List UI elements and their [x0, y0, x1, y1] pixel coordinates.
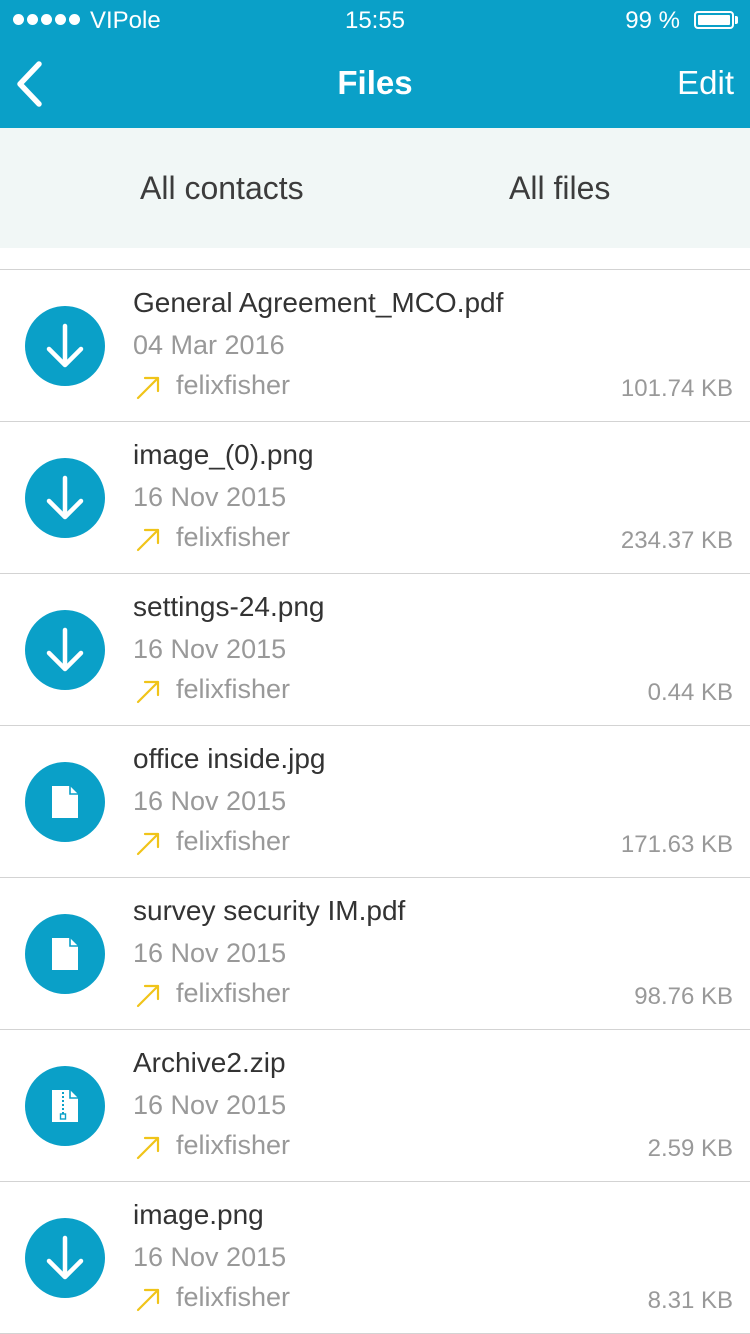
file-sender: felixfisher: [176, 978, 291, 1008]
archive-icon-glyph: [52, 1090, 78, 1122]
download-icon[interactable]: [25, 458, 105, 538]
archive-icon[interactable]: [25, 1066, 105, 1146]
back-button[interactable]: [10, 58, 60, 110]
file-row-4[interactable]: office inside.jpg 16 Nov 2015 felixfishe…: [0, 726, 750, 878]
file-size: 8.31 KB: [647, 1287, 733, 1314]
download-icon-glyph: [46, 323, 84, 368]
file-date: 16 Nov 2015: [133, 1242, 287, 1272]
files-screen: VIPole 15:55 99 % Files Edit All contact…: [0, 0, 750, 1334]
outgoing-arrow-icon: [136, 376, 160, 400]
file-size: 101.74 KB: [620, 375, 733, 402]
download-icon-glyph: [46, 475, 84, 520]
file-date: 16 Nov 2015: [133, 938, 287, 968]
filter-bar: All contacts All files: [0, 128, 750, 248]
file-list[interactable]: General Agreement_MCO.pdf 04 Mar 2016 fe…: [0, 248, 750, 1334]
file-name: image.png: [133, 1199, 264, 1230]
outgoing-arrow-icon: [136, 528, 160, 552]
outgoing-arrow-icon: [136, 1288, 160, 1312]
file-row-2[interactable]: image_(0).png 16 Nov 2015 felixfisher 23…: [0, 422, 750, 574]
file-size: 2.59 KB: [647, 1135, 733, 1162]
battery-icon: [694, 11, 738, 29]
file-sender: felixfisher: [176, 1130, 291, 1160]
file-row-3[interactable]: settings-24.png 16 Nov 2015 felixfisher …: [0, 574, 750, 726]
file-row-6[interactable]: Archive2.zip 16 Nov 2015 felixfisher 2.5…: [0, 1030, 750, 1182]
edit-button[interactable]: Edit: [677, 62, 734, 104]
file-name: office inside.jpg: [133, 743, 326, 774]
file-name: General Agreement_MCO.pdf: [133, 287, 504, 318]
file-date: 16 Nov 2015: [133, 634, 287, 664]
outgoing-arrow-icon: [136, 984, 160, 1008]
file-row-7[interactable]: image.png 16 Nov 2015 felixfisher 8.31 K…: [0, 1182, 750, 1334]
download-icon[interactable]: [25, 306, 105, 386]
all-contacts-filter[interactable]: All contacts: [140, 168, 304, 208]
download-icon[interactable]: [25, 1218, 105, 1298]
download-icon[interactable]: [25, 610, 105, 690]
all-files-filter[interactable]: All files: [509, 168, 610, 208]
document-icon[interactable]: [25, 762, 105, 842]
file-size: 98.76 KB: [634, 983, 733, 1010]
document-icon-glyph: [52, 786, 78, 818]
download-icon-glyph: [46, 627, 84, 672]
header: VIPole 15:55 99 % Files Edit: [0, 0, 750, 128]
file-date: 16 Nov 2015: [133, 1090, 287, 1120]
file-size: 0.44 KB: [647, 679, 733, 706]
file-row-1[interactable]: General Agreement_MCO.pdf 04 Mar 2016 fe…: [0, 270, 750, 422]
document-icon[interactable]: [25, 914, 105, 994]
outgoing-arrow-icon: [136, 680, 160, 704]
file-sender: felixfisher: [176, 1282, 291, 1312]
file-sender: felixfisher: [176, 522, 291, 552]
battery-percentage: 99 %: [625, 7, 680, 34]
file-name: survey security IM.pdf: [133, 895, 406, 926]
status-bar: VIPole 15:55 99 %: [0, 0, 750, 40]
file-date: 16 Nov 2015: [133, 786, 287, 816]
file-row-5[interactable]: survey security IM.pdf 16 Nov 2015 felix…: [0, 878, 750, 1030]
file-date: 16 Nov 2015: [133, 482, 287, 512]
navigation-bar: Files Edit: [0, 40, 750, 128]
file-sender: felixfisher: [176, 370, 291, 400]
page-title: Files: [337, 64, 413, 101]
file-name: image_(0).png: [133, 439, 314, 470]
file-name: Archive2.zip: [133, 1047, 286, 1078]
file-sender: felixfisher: [176, 674, 291, 704]
file-size: 234.37 KB: [620, 527, 733, 554]
file-size: 171.63 KB: [620, 831, 733, 858]
file-sender: felixfisher: [176, 826, 291, 856]
outgoing-arrow-icon: [136, 832, 160, 856]
document-icon-glyph: [52, 938, 78, 970]
file-date: 04 Mar 2016: [133, 330, 285, 360]
file-name: settings-24.png: [133, 591, 325, 622]
download-icon-glyph: [46, 1235, 84, 1280]
outgoing-arrow-icon: [136, 1136, 160, 1160]
chevron-left-icon: [17, 61, 42, 107]
